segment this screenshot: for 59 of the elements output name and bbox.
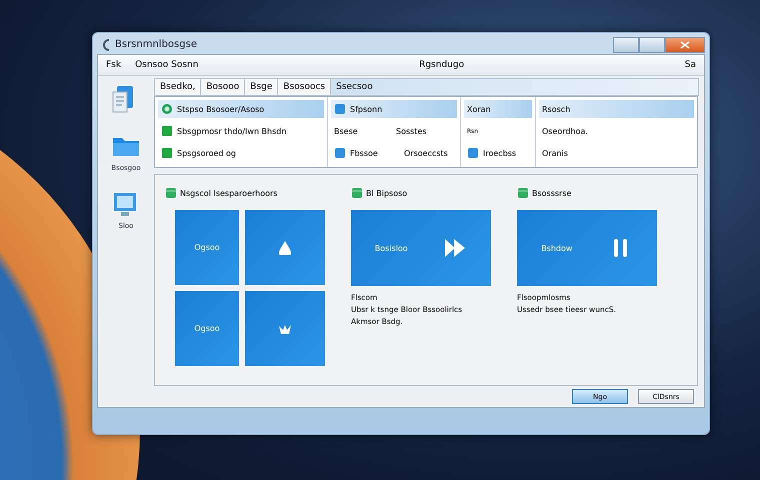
option-text: Oranis xyxy=(542,148,568,158)
cube-icon xyxy=(517,187,529,199)
option-row[interactable]: Iroecbss xyxy=(464,144,532,162)
option-row[interactable]: Stspso Bsosoer/Asoso xyxy=(158,100,324,118)
media-tile[interactable]: Bshdow xyxy=(517,210,657,286)
tab[interactable]: Bsosoocs xyxy=(277,78,332,96)
square-icon xyxy=(334,103,346,115)
option-text: Sosstes xyxy=(396,126,428,136)
tab[interactable]: Bosooo xyxy=(200,78,246,96)
menu-title: Rgsndugo xyxy=(419,60,464,70)
option-text: Spsgsoroed og xyxy=(177,148,236,158)
option-text: Fbssoe xyxy=(350,148,379,158)
group-title: Bsosssrse xyxy=(532,188,572,198)
tab[interactable]: Bsedko, xyxy=(154,78,202,96)
option-text: Stspso Bsosoer/Asoso xyxy=(177,104,264,114)
menu-item[interactable]: Osnsoo Sosnn xyxy=(135,60,198,70)
circle-icon xyxy=(161,103,173,115)
close-icon xyxy=(680,40,690,48)
option-row[interactable]: Rsosch xyxy=(539,100,694,118)
option-text: Xoran xyxy=(467,104,491,114)
group-title: Bl Bipsoso xyxy=(366,188,408,198)
minimize-button[interactable] xyxy=(613,36,639,52)
tab[interactable]: Bsge xyxy=(244,78,278,96)
maximize-button[interactable] xyxy=(639,36,665,52)
group-title: Nsgscol Isesparoerhoors xyxy=(180,188,278,198)
play-icon xyxy=(443,236,468,260)
option-row[interactable]: Spsgsoroed og xyxy=(158,144,324,162)
option-row[interactable]: Oseordhoa. xyxy=(539,122,694,140)
close-button[interactable] xyxy=(665,36,705,52)
option-row[interactable]: Fbssoe Orsoeccsts xyxy=(331,144,457,162)
tile[interactable] xyxy=(245,210,325,285)
option-text: Iroecbss xyxy=(483,148,516,158)
square-icon xyxy=(161,125,173,137)
tab[interactable]: Ssecsoo xyxy=(330,78,699,96)
square-icon xyxy=(161,147,173,159)
option-text: Rsosch xyxy=(542,104,570,114)
tile[interactable] xyxy=(245,291,325,366)
cube-icon xyxy=(165,187,177,199)
option-row[interactable]: Bsese Sosstes xyxy=(331,122,457,140)
square-icon xyxy=(467,147,479,159)
option-row[interactable]: Sfpsonn xyxy=(331,100,457,118)
menu-item[interactable]: Fsk xyxy=(106,60,122,70)
option-text: Oseordhoa. xyxy=(542,126,588,136)
square-icon xyxy=(334,147,346,159)
menu-item[interactable]: Sa xyxy=(684,60,696,70)
option-row[interactable]: Xoran xyxy=(464,100,532,118)
option-row[interactable]: Sbsgpmosr thdo/Iwn Bhsdn xyxy=(158,122,324,140)
window-title: Bsrsnmnlbosgse xyxy=(115,39,197,50)
option-row[interactable]: Oranis xyxy=(539,144,694,162)
option-text: Sbsgpmosr thdo/Iwn Bhsdn xyxy=(177,126,286,136)
cube-icon xyxy=(351,187,363,199)
drop-icon xyxy=(278,240,292,254)
app-icon xyxy=(101,38,111,50)
option-text: Orsoeccsts xyxy=(404,148,449,158)
tile[interactable]: Ogsoo xyxy=(175,291,239,366)
option-text: Bsese xyxy=(334,126,359,136)
media-tile[interactable]: Bosisloo xyxy=(351,210,491,286)
option-text: Sfpsonn xyxy=(350,104,382,114)
tile[interactable]: Ogsoo xyxy=(175,210,239,285)
